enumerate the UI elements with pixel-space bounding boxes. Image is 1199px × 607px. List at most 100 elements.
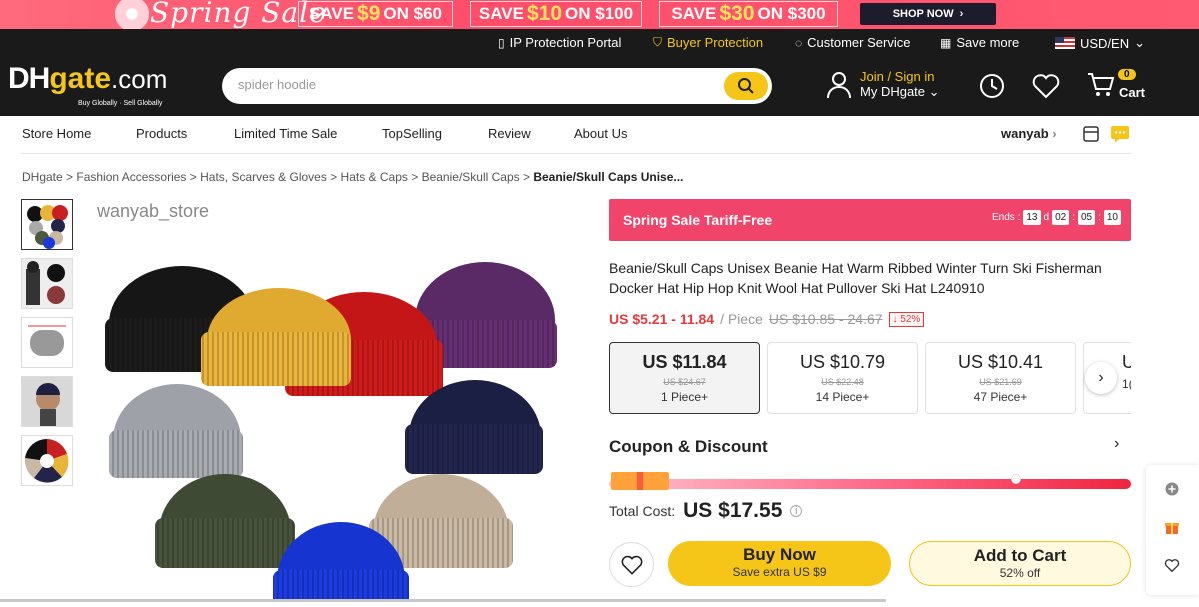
offer-pre: SAVE xyxy=(478,4,524,23)
chevron-right-icon: › xyxy=(1048,126,1057,141)
countdown-sep: : xyxy=(1072,212,1075,223)
price-tier[interactable]: US $11.84 US $24.67 1 Piece+ xyxy=(609,342,760,414)
total-amount: US $17.55 xyxy=(683,499,783,522)
price-unit: / Piece xyxy=(720,311,763,327)
coupon-progress-track xyxy=(609,479,1131,489)
my-dhgate-label: My DHgate xyxy=(860,84,926,99)
thumbnail[interactable] xyxy=(21,376,73,427)
search-button[interactable] xyxy=(724,72,768,100)
message-icon[interactable] xyxy=(1110,125,1130,148)
plus-icon[interactable] xyxy=(1164,481,1180,497)
countdown-minutes: 05 xyxy=(1077,210,1096,225)
tier-quantity: 47 Piece+ xyxy=(973,390,1028,404)
promo-banner[interactable]: Spring Sale SAVE $9 ON $60 SAVE $10 ON $100 … xyxy=(0,0,1199,29)
offer-2[interactable]: SAVE $10 ON $100 xyxy=(470,1,642,27)
currency-selector[interactable]: USD/EN ⌄ xyxy=(1055,35,1145,51)
search-input[interactable] xyxy=(238,77,718,92)
logo-gate: gate xyxy=(49,62,112,95)
save-more-link[interactable]: ▦ Save more xyxy=(940,35,1019,50)
gift-icon xyxy=(611,472,669,490)
chevron-right-icon: › xyxy=(959,8,964,20)
dhgate-logo[interactable]: DHgate.com Buy Globally · Sell Globally xyxy=(8,62,167,107)
chevron-right-icon[interactable]: › xyxy=(1114,435,1119,453)
breadcrumb-link[interactable]: Hats & Caps xyxy=(341,170,408,184)
thumbnail[interactable] xyxy=(21,199,73,250)
divider xyxy=(21,153,1131,154)
tier-price: US $10.79 xyxy=(799,352,886,372)
store-link[interactable]: wanyab › xyxy=(1001,126,1057,141)
countdown-label: Ends : xyxy=(992,212,1021,223)
offer-pre: SAVE xyxy=(309,4,355,23)
account-menu[interactable]: Join / Sign in My DHgate ⌄ xyxy=(826,69,940,100)
add-to-cart-subtext: 52% off xyxy=(999,566,1041,580)
info-icon[interactable]: i xyxy=(790,505,803,517)
breadcrumb-link[interactable]: Beanie/Skull Caps xyxy=(422,170,520,184)
heart-icon xyxy=(621,555,642,575)
countdown-seconds: 10 xyxy=(1103,210,1121,225)
gift-icon[interactable] xyxy=(1164,519,1180,535)
save-more-label: Save more xyxy=(956,35,1020,50)
nav-about-us[interactable]: About Us xyxy=(574,126,627,141)
logo-dh: DH xyxy=(8,62,50,95)
nav-store-home[interactable]: Store Home xyxy=(22,126,91,141)
countdown-day-unit: d xyxy=(1043,212,1050,223)
store-icon[interactable] xyxy=(1082,125,1100,148)
us-flag-icon xyxy=(1055,37,1075,49)
user-icon xyxy=(827,71,851,98)
nav-review[interactable]: Review xyxy=(488,126,531,141)
chevron-down-icon: ⌄ xyxy=(1134,35,1146,50)
breadcrumb-link[interactable]: Fashion Accessories xyxy=(76,170,186,184)
price-tier[interactable]: US $10.41 US $21.69 47 Piece+ xyxy=(925,342,1076,414)
thumbnail[interactable] xyxy=(21,258,73,309)
offer-1[interactable]: SAVE $9 ON $60 xyxy=(298,1,453,27)
thumbnail[interactable] xyxy=(21,435,73,486)
breadcrumb-link[interactable]: DHgate xyxy=(22,170,63,184)
offer-3[interactable]: SAVE $30 ON $300 xyxy=(659,1,838,27)
countdown-days: 13 xyxy=(1023,210,1041,225)
add-to-cart-button[interactable]: Add to Cart 52% off xyxy=(909,541,1131,586)
breadcrumb-link[interactable]: Hats, Scarves & Gloves xyxy=(200,170,327,184)
offer-pre: SAVE xyxy=(671,4,717,23)
add-to-wishlist-button[interactable] xyxy=(609,542,654,587)
buy-now-button[interactable]: Buy Now Save extra US $9 xyxy=(668,541,891,586)
offer-amount: $9 xyxy=(357,2,381,25)
logo-tagline: Buy Globally · Sell Globally xyxy=(78,100,163,107)
countdown-sep: : xyxy=(1098,212,1101,223)
original-price-range: US $10.85 - 24.67 xyxy=(768,311,883,327)
buyer-protection-label: Buyer Protection xyxy=(667,35,764,50)
coupon-title[interactable]: Coupon & Discount xyxy=(609,437,768,457)
countdown: Ends : 13 d 02 : 05 : 10 xyxy=(992,210,1121,225)
thumbnail-list xyxy=(21,199,73,494)
store-link-label: wanyab xyxy=(1001,126,1049,141)
join-signin-link[interactable]: Join / Sign in xyxy=(860,69,940,84)
book-icon: ▯ xyxy=(498,35,505,50)
offer-post: ON $60 xyxy=(383,4,442,23)
nav-limited-time-sale[interactable]: Limited Time Sale xyxy=(234,126,337,141)
breadcrumb-current: Beanie/Skull Caps Unise... xyxy=(533,170,684,184)
tiers-next-button[interactable]: › xyxy=(1085,362,1117,394)
tier-quantity: 14 Piece+ xyxy=(815,390,870,404)
shop-now-button[interactable]: SHOP NOW › xyxy=(860,3,996,25)
tier-original-price: US $22.48 xyxy=(821,377,864,387)
cart-count-badge: 0 xyxy=(1118,69,1136,80)
heart-icon[interactable] xyxy=(1164,557,1180,573)
price-tier[interactable]: US $10.79 US $22.48 14 Piece+ xyxy=(767,342,918,414)
tier-price: US $10.41 xyxy=(957,352,1044,372)
nav-products[interactable]: Products xyxy=(136,126,187,141)
tier-original-price: US $24.67 xyxy=(663,377,706,387)
cart-button[interactable]: 0 Cart xyxy=(1086,69,1145,103)
buyer-protection-link[interactable]: ⛉ Buyer Protection xyxy=(653,35,763,50)
nav-topselling[interactable]: TopSelling xyxy=(382,126,442,141)
wishlist-heart-icon[interactable] xyxy=(1031,72,1061,105)
tier-price: U xyxy=(1122,352,1131,372)
ip-protection-link[interactable]: ▯ IP Protection Portal xyxy=(498,35,621,50)
thumbnail[interactable] xyxy=(21,317,73,368)
total-cost: Total Cost: US $17.55 i xyxy=(609,499,803,523)
buy-now-label: Buy Now xyxy=(743,545,816,564)
history-icon[interactable] xyxy=(978,72,1006,105)
tier-original-price: US $21.69 xyxy=(979,377,1022,387)
customer-service-link[interactable]: ◌ Customer Service xyxy=(795,35,910,50)
main-product-image[interactable] xyxy=(97,240,567,607)
currency-label: USD/EN xyxy=(1080,35,1130,51)
countdown-hours: 02 xyxy=(1052,210,1070,225)
